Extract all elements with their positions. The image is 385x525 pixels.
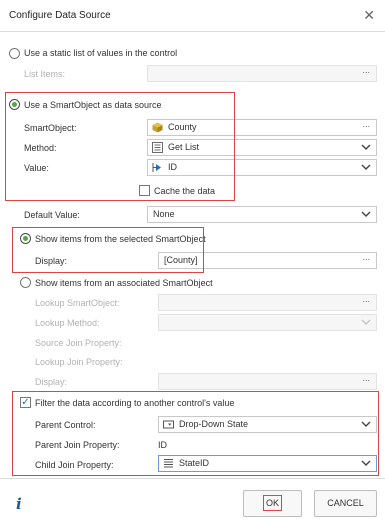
show-selected-label: Show items from the selected SmartObject	[35, 234, 206, 244]
show-associated-radio[interactable]	[20, 277, 31, 288]
smartobject-field[interactable]: County ···	[147, 119, 377, 136]
ok-button-label: OK	[262, 495, 282, 511]
more-icon: ···	[362, 67, 370, 77]
method-select[interactable]: Get List	[147, 139, 377, 156]
property-icon	[152, 163, 161, 172]
static-list-label: Use a static list of values in the contr…	[24, 48, 178, 58]
lookup-smartobject-field: ···	[158, 294, 377, 311]
info-icon[interactable]: i	[16, 495, 22, 513]
dialog-footer: i OK CANCEL	[0, 478, 385, 525]
smartobject-icon	[152, 122, 163, 133]
value-value: ID	[168, 162, 177, 172]
cache-checkbox[interactable]	[139, 185, 150, 196]
value-label: Value:	[24, 163, 49, 173]
cache-label: Cache the data	[154, 186, 216, 196]
chevron-down-icon	[361, 144, 371, 150]
filter-label: Filter the data according to another con…	[35, 398, 235, 408]
cancel-button-label: CANCEL	[327, 498, 364, 508]
dialog-titlebar: Configure Data Source ✕	[0, 0, 385, 32]
display-value: [County]	[164, 255, 198, 265]
parent-join-label: Parent Join Property:	[35, 440, 120, 450]
show-associated-label: Show items from an associated SmartObjec…	[35, 278, 213, 288]
method-value: Get List	[168, 142, 200, 152]
lookup-method-select	[158, 314, 377, 331]
display-field[interactable]: [County] ···	[158, 252, 377, 269]
parent-join-value: ID	[158, 440, 167, 450]
static-list-radio[interactable]	[9, 48, 20, 59]
list-icon	[164, 459, 173, 468]
dropdown-control-icon	[163, 420, 174, 429]
child-join-label: Child Join Property:	[35, 460, 114, 470]
chevron-down-icon	[361, 421, 371, 427]
method-label: Method:	[24, 143, 57, 153]
smartobject-label: SmartObject:	[24, 123, 77, 133]
parent-control-value: Drop-Down State	[179, 419, 249, 429]
chevron-down-icon	[361, 460, 371, 466]
more-icon: ···	[362, 375, 370, 385]
parent-control-select[interactable]: Drop-Down State	[158, 416, 377, 433]
default-value-label: Default Value:	[24, 210, 80, 220]
close-icon[interactable]: ✕	[363, 7, 375, 24]
child-join-select[interactable]: StateID	[158, 455, 377, 472]
ok-button[interactable]: OK	[243, 490, 302, 517]
filter-checkbox[interactable]: ✓	[20, 397, 31, 408]
lookup-smartobject-label: Lookup SmartObject:	[35, 298, 120, 308]
default-value-value: None	[153, 209, 175, 219]
child-join-value: StateID	[179, 458, 210, 468]
cancel-button[interactable]: CANCEL	[314, 490, 377, 517]
associated-display-field: ···	[158, 373, 377, 390]
lookup-method-label: Lookup Method:	[35, 318, 100, 328]
method-icon	[152, 142, 163, 153]
associated-display-label: Display:	[35, 377, 68, 387]
source-join-label: Source Join Property:	[35, 338, 122, 348]
chevron-down-icon	[361, 211, 371, 217]
list-items-label: List Items:	[24, 69, 66, 79]
parent-control-label: Parent Control:	[35, 420, 96, 430]
more-icon[interactable]: ···	[356, 120, 376, 135]
list-items-field: ···	[147, 65, 377, 82]
show-selected-radio[interactable]	[20, 233, 31, 244]
default-value-select[interactable]: None	[147, 206, 377, 223]
smartobject-value: County	[168, 122, 197, 132]
smartobject-source-label: Use a SmartObject as data source	[24, 100, 162, 110]
chevron-down-icon	[361, 319, 371, 325]
smartobject-source-radio[interactable]	[9, 99, 20, 110]
value-select[interactable]: ID	[147, 159, 377, 176]
display-label: Display:	[35, 256, 68, 266]
dialog-title: Configure Data Source	[9, 10, 111, 21]
more-icon[interactable]: ···	[356, 253, 376, 268]
lookup-join-label: Lookup Join Property:	[35, 357, 123, 367]
more-icon: ···	[362, 296, 370, 306]
chevron-down-icon	[361, 164, 371, 170]
